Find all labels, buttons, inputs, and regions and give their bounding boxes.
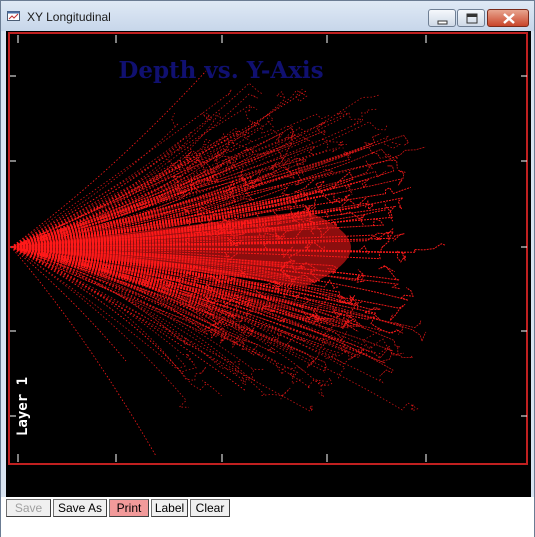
chart-window-icon <box>7 11 20 21</box>
clear-button[interactable]: Clear <box>190 499 230 517</box>
minimize-button[interactable] <box>428 9 456 27</box>
title-bar[interactable]: XY Longitudinal <box>1 1 534 31</box>
print-button[interactable]: Print <box>109 499 149 517</box>
plot-area: Depth vs. Y-Axis Layer 1 <box>6 31 531 497</box>
minimize-icon <box>437 20 448 25</box>
depth-plot: Depth vs. Y-Axis Layer 1 <box>10 35 527 462</box>
close-icon <box>503 13 515 24</box>
save-as-button[interactable]: Save As <box>53 499 107 517</box>
window-title: XY Longitudinal <box>27 10 111 24</box>
close-button[interactable] <box>487 9 529 27</box>
bottom-toolbar: Save Save As Print Label Clear <box>1 497 534 537</box>
trace-fan <box>10 70 446 457</box>
plot-title: Depth vs. Y-Axis <box>118 57 323 84</box>
label-button[interactable]: Label <box>151 499 188 517</box>
save-button[interactable]: Save <box>6 499 51 517</box>
layer-label: Layer 1 <box>15 377 31 436</box>
maximize-button[interactable] <box>457 9 485 27</box>
trace-path <box>10 70 207 248</box>
maximize-icon <box>466 13 478 24</box>
app-window: XY Longitudinal Depth vs. Y-Axis Layer 1 <box>0 0 535 537</box>
